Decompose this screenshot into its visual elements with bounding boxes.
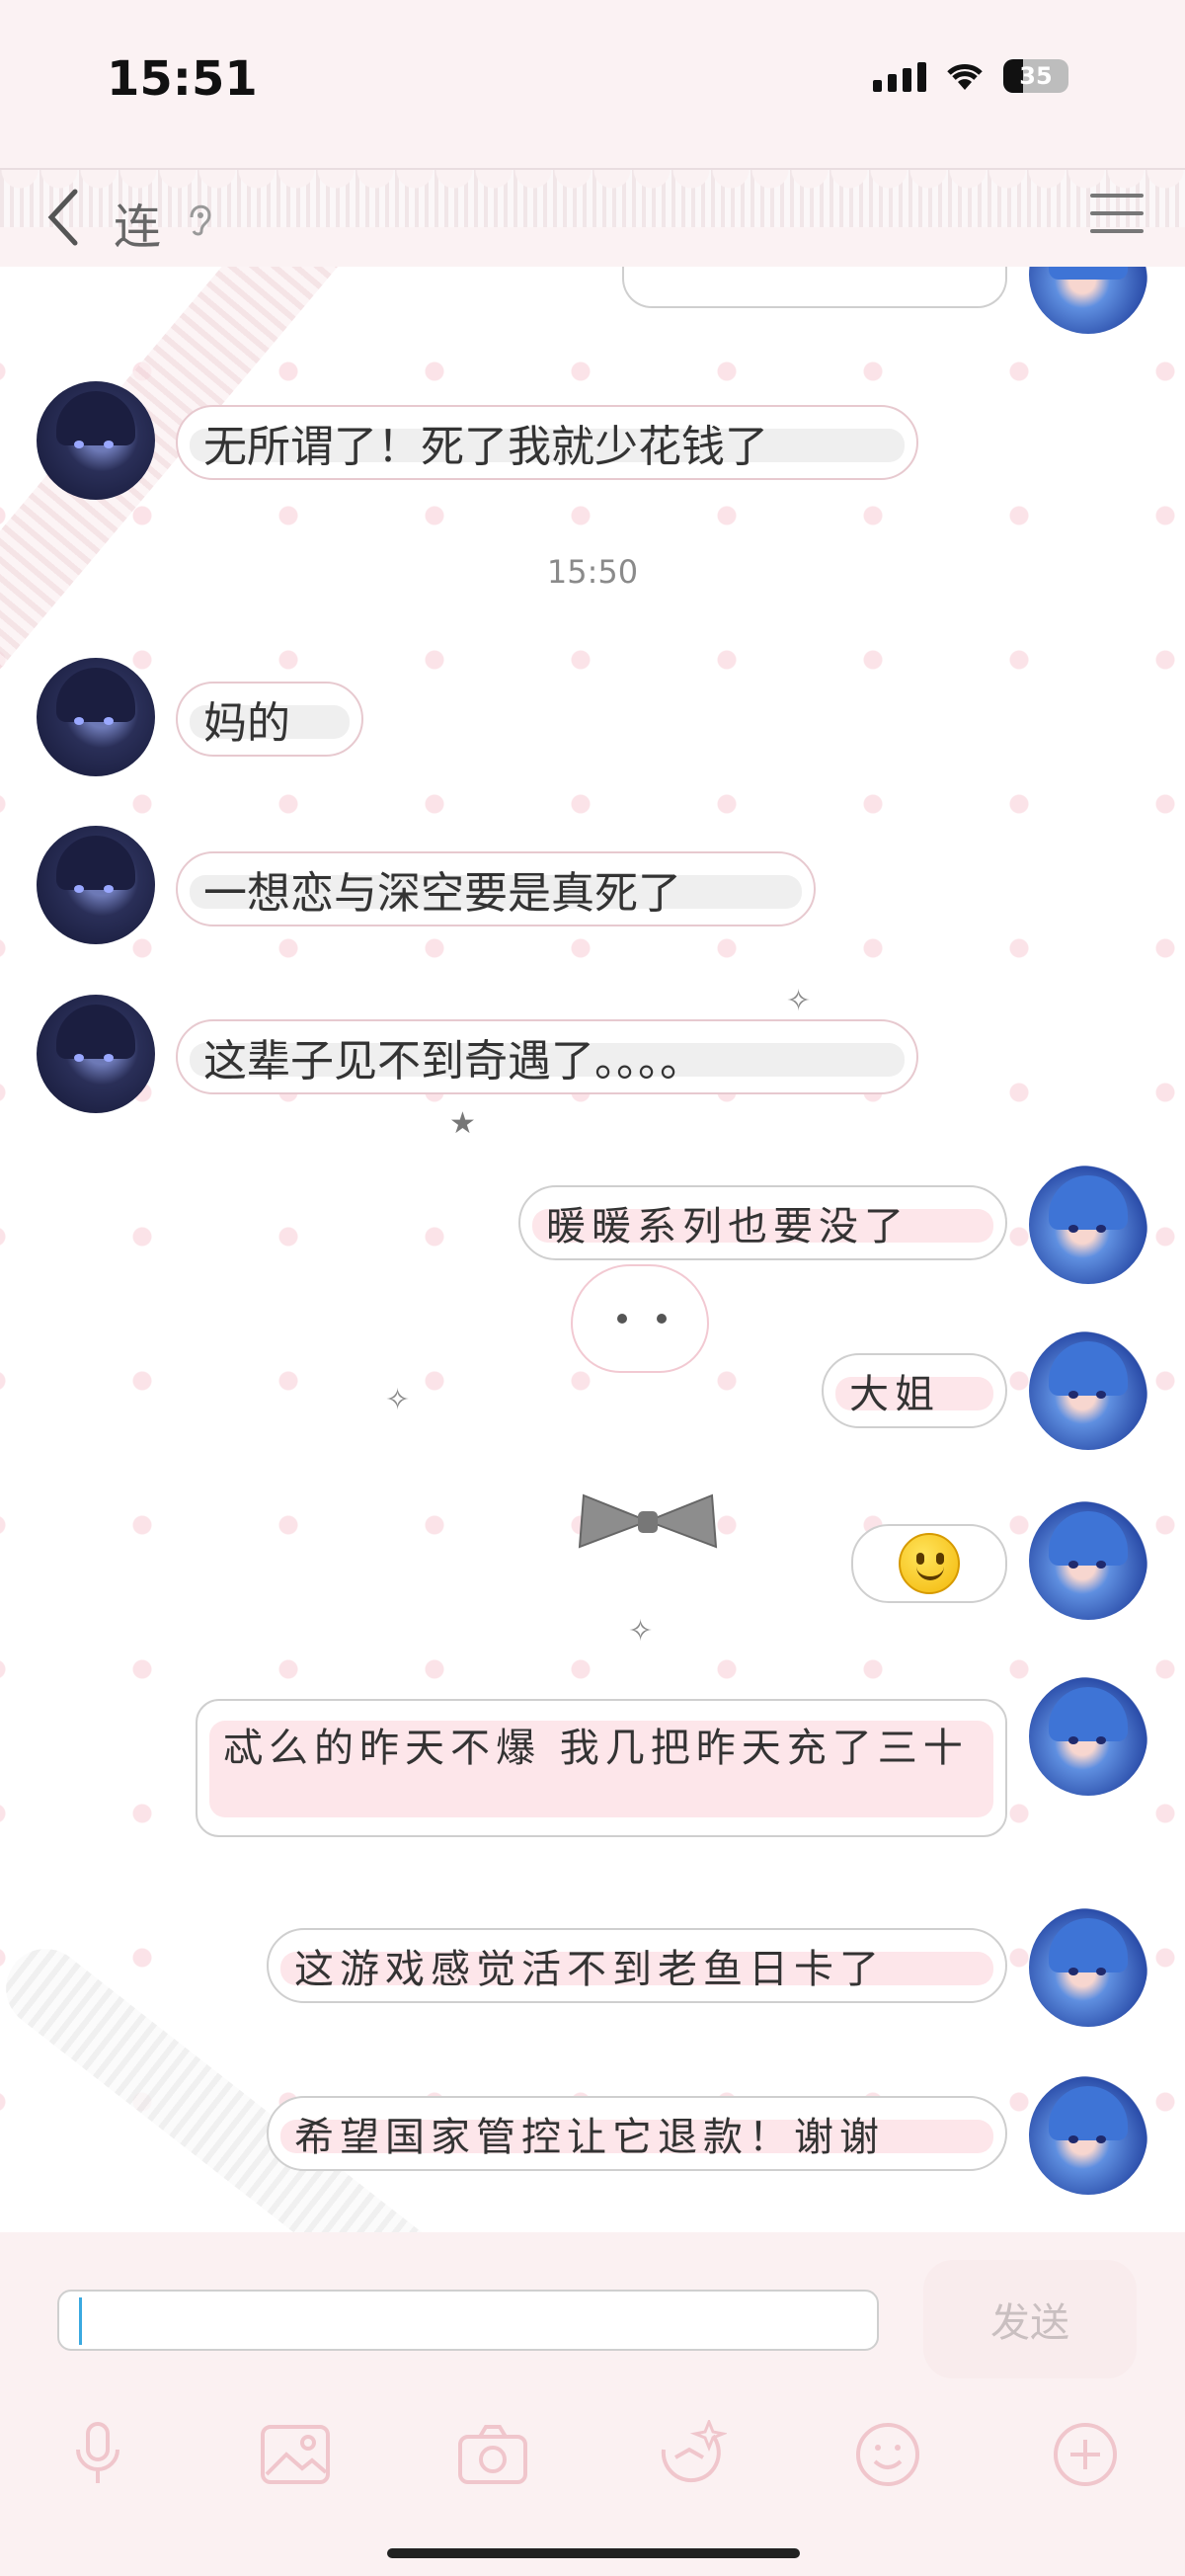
camera-icon[interactable] [456,2418,529,2491]
avatar[interactable] [37,995,155,1113]
avatar[interactable] [37,658,155,776]
text-caret [79,2297,82,2345]
message-bubble[interactable]: 忒么的昨天不爆 我几把昨天充了三十 [196,1699,1007,1837]
avatar[interactable] [37,381,155,500]
smiley-emoji-icon [899,1533,960,1594]
lace-border [0,168,1185,227]
message-text: 大姐 [849,1372,940,1417]
sparkle-icon: ✧ [786,984,812,1018]
message-bubble[interactable]: 无所谓了！死了我就少花钱了 [176,405,918,480]
star-icon: ★ [449,1106,476,1141]
emoji-icon[interactable] [851,2418,924,2491]
avatar[interactable] [1029,1166,1147,1284]
message-bubble[interactable]: 希望国家管控让它退款！谢谢 [267,2096,1007,2171]
message-text: 暖暖系列也要没了 [546,1204,909,1249]
message-bubble[interactable]: 这辈子见不到奇遇了。。。。 [176,1019,918,1094]
avatar[interactable] [1029,1677,1147,1796]
battery-icon: 35 [1003,59,1068,93]
sparkle-icon: ✧ [385,1383,411,1417]
message-text: 一想恋与深空要是真死了 [203,868,681,919]
microphone-icon[interactable] [61,2418,134,2491]
sticker-icon[interactable] [654,2418,727,2491]
message-input[interactable] [57,2290,879,2351]
message-bubble[interactable]: 暖暖系列也要没了 [518,1185,1007,1260]
partial-bubble [622,267,1007,308]
signal-icon [873,60,926,92]
message-bubble[interactable]: 一想恋与深空要是真死了 [176,851,816,926]
message-timestamp: 15:50 [546,553,639,591]
message-bubble[interactable]: 大姐 [822,1353,1007,1428]
bow-icon [578,1493,718,1549]
message-bubble[interactable]: 妈的 [176,682,363,757]
ear-icon[interactable] [184,198,213,237]
avatar[interactable] [1029,1331,1147,1450]
contact-name[interactable]: 连 [114,188,161,257]
plus-icon[interactable] [1049,2418,1122,2491]
message-text: 妈的 [203,698,290,749]
image-icon[interactable] [259,2418,332,2491]
battery-level: 35 [1019,62,1053,90]
sparkle-icon: ✧ [628,1614,654,1649]
home-indicator[interactable] [387,2548,800,2558]
message-bubble[interactable] [851,1524,1007,1603]
avatar[interactable] [1029,2076,1147,2195]
wifi-icon [947,64,983,90]
message-text: 无所谓了！死了我就少花钱了 [203,422,768,472]
back-chevron-icon[interactable] [43,188,83,247]
avatar[interactable] [37,826,155,944]
message-text: 希望国家管控让它退款！谢谢 [294,2115,885,2160]
bunny-decoration [571,1264,709,1373]
top-bar: 15:51 35 [0,0,1185,267]
message-text: 忒么的昨天不爆 我几把昨天充了三十 [223,1726,969,1771]
send-button[interactable]: 发送 [923,2260,1137,2378]
message-bubble[interactable]: 这游戏感觉活不到老鱼日卡了 [267,1928,1007,2003]
status-icons: 35 [873,59,1068,93]
message-text: 这辈子见不到奇遇了。。。。 [203,1036,703,1087]
status-time: 15:51 [107,51,258,107]
avatar[interactable] [1029,1908,1147,2027]
message-text: 这游戏感觉活不到老鱼日卡了 [294,1947,885,1992]
avatar[interactable] [1029,1501,1147,1620]
menu-icon[interactable] [1090,194,1144,237]
